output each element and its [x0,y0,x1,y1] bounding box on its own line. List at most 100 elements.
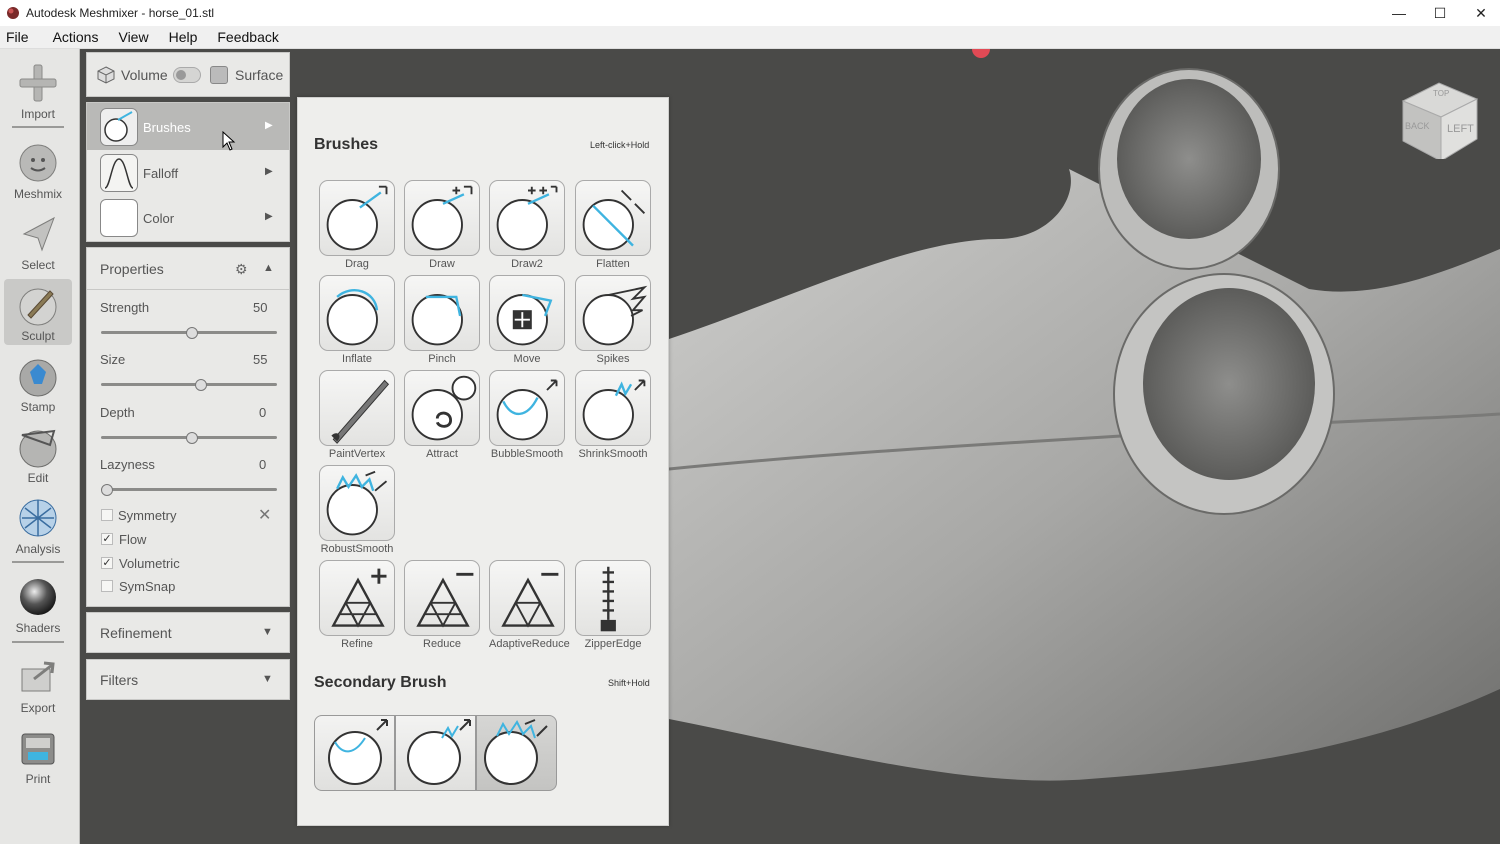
export-icon [21,661,55,692]
secondary-brush-bubblesmooth[interactable] [314,715,395,791]
brushes-row[interactable]: Brushes ▶ [87,103,289,150]
expand-down-icon: ▼ [262,626,273,638]
expand-arrow-icon: ▶ [265,211,273,222]
expand-arrow-icon: ▶ [265,120,273,131]
brush-paintvertex[interactable]: PaintVertex [319,370,395,460]
tool-label: Import [20,107,55,121]
brush-move[interactable]: Move [489,275,565,365]
brush-flatten[interactable]: Flatten [575,180,651,270]
menu-help[interactable]: Help [157,29,206,45]
properties-divider [87,289,289,290]
brush-label: Spikes [596,353,630,365]
tool-sculpt[interactable]: Sculpt [4,279,72,345]
brush-reduce[interactable]: Reduce [404,560,480,650]
brush-label: Move [513,353,541,365]
tool-meshmix[interactable]: Meshmix [4,137,72,203]
tool-edit[interactable]: Edit [4,421,72,487]
volume-label[interactable]: Volume [121,67,168,83]
tool-label: Analysis [15,542,61,556]
select-arrow-icon [22,216,55,252]
brush-refine[interactable]: Refine [319,560,395,650]
size-slider-knob[interactable] [194,379,207,391]
minimize-icon: — [1392,5,1406,21]
depth-slider-knob[interactable] [186,432,198,444]
tool-label: Meshmix [13,187,62,201]
brush-robustsmooth[interactable]: RobustSmooth [319,465,395,555]
color-row[interactable]: Color ▶ [87,196,289,241]
tool-label: Print [25,772,51,786]
brush-draw[interactable]: Draw [404,180,480,270]
surface-square-icon [210,66,228,84]
refine-brush-icon [319,560,395,636]
secondary-brush-shrinksmooth[interactable] [395,715,476,791]
brush-label: Refine [341,638,373,650]
brush-inflate[interactable]: Inflate [319,275,395,365]
surface-label[interactable]: Surface [235,67,283,83]
brush-zipperedge[interactable]: ZipperEdge [575,560,651,650]
strength-slider-knob[interactable] [186,327,198,339]
toolbar-divider [12,561,64,563]
menu-bar: File Actions View Help Feedback [0,26,1500,49]
drag-brush-thumb-icon [100,108,138,146]
symsnap-checkbox[interactable] [101,580,113,592]
meshmix-icon [19,144,57,182]
tool-shaders[interactable]: Shaders [4,571,72,637]
shrink-smooth-icon [407,719,471,785]
brush-bubblesmooth[interactable]: BubbleSmooth [489,370,565,460]
lazyness-slider-knob[interactable] [101,484,113,496]
shader-sphere-icon [20,579,56,615]
close-button[interactable]: ✕ [1460,0,1500,26]
symmetry-plane-icon[interactable]: ✕ [258,505,271,525]
minimize-button[interactable]: — [1378,0,1420,26]
toolbar-divider [12,641,64,643]
maximize-button[interactable]: ☐ [1419,0,1461,26]
lazyness-slider-track[interactable] [101,488,277,491]
refinement-panel[interactable]: Refinement ▼ [86,612,290,653]
size-slider-track[interactable] [101,383,277,386]
flow-label: Flow [119,532,147,547]
tool-import[interactable]: Import [4,57,72,123]
menu-feedback[interactable]: Feedback [205,29,286,45]
tool-analysis[interactable]: Analysis [4,492,72,558]
attract-brush-icon [404,370,480,446]
brush-spikes[interactable]: Spikes [575,275,651,365]
edit-icon [19,429,57,468]
brush-shrinksmooth[interactable]: ShrinkSmooth [575,370,651,460]
mouse-cursor-icon [222,131,236,151]
filters-panel[interactable]: Filters ▼ [86,659,290,700]
drag-brush-icon [319,180,395,256]
refinement-label: Refinement [100,625,172,641]
volumetric-label: Volumetric [119,556,180,571]
3d-viewport[interactable]: TOP BACK LEFT [669,49,1500,844]
gear-icon[interactable]: ⚙ [235,261,248,278]
flow-checkbox[interactable]: ✓ [101,533,113,545]
brush-label: PaintVertex [328,448,386,460]
expand-down-icon: ▼ [262,673,273,685]
symmetry-checkbox[interactable] [101,509,113,521]
tool-print[interactable]: Print [4,722,72,788]
menu-file[interactable]: File [0,29,37,45]
brush-adaptivereduce[interactable]: AdaptiveReduce [489,560,570,650]
secondary-brush-robustsmooth[interactable] [476,715,557,791]
brush-label: ShrinkSmooth [578,448,648,460]
brush-draw2[interactable]: Draw2 [489,180,565,270]
view-cube-left-label: LEFT [1447,123,1474,135]
menu-view[interactable]: View [106,29,156,45]
analysis-icon [19,499,57,537]
brushes-popup-hint: Left-click+Hold [590,140,650,150]
mode-toggle-switch[interactable] [173,67,201,83]
pinch-brush-icon [404,275,480,351]
falloff-row[interactable]: Falloff ▶ [87,151,289,196]
tool-export[interactable]: Export [4,651,72,717]
symsnap-label: SymSnap [119,579,176,594]
brush-pinch[interactable]: Pinch [404,275,480,365]
tool-label: Shaders [15,621,61,635]
volumetric-checkbox[interactable]: ✓ [101,557,113,569]
view-cube[interactable]: TOP BACK LEFT [1399,77,1481,162]
brush-drag[interactable]: Drag [319,180,395,270]
collapse-up-icon[interactable]: ▲ [263,262,274,274]
tool-select[interactable]: Select [4,208,72,274]
menu-actions[interactable]: Actions [37,29,107,45]
tool-stamp[interactable]: Stamp [4,350,72,416]
brush-attract[interactable]: Attract [404,370,480,460]
